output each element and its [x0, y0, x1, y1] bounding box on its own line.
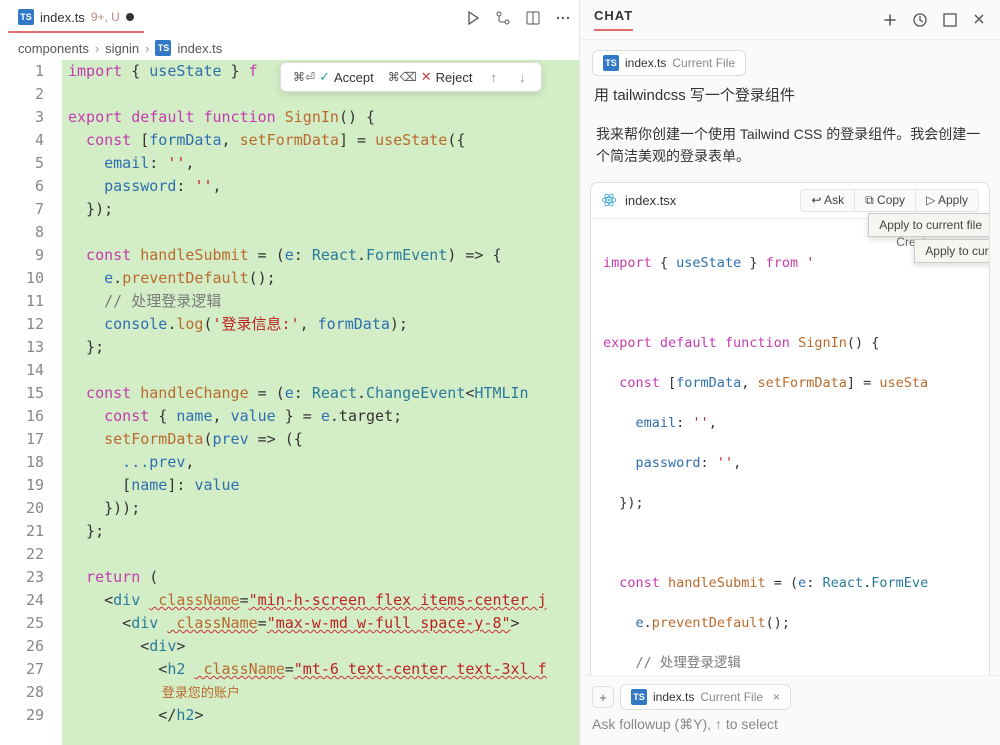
typescript-icon: TS: [603, 55, 619, 71]
chat-title: CHAT: [594, 8, 633, 31]
ask-button[interactable]: ↩ Ask: [800, 189, 855, 212]
run-icon[interactable]: [465, 10, 481, 26]
add-context-button[interactable]: +: [592, 686, 614, 708]
diff-action-bar: ⌘⏎ ✓ Accept ⌘⌫ ✕ Reject ↑ ↓: [280, 62, 542, 92]
cross-icon: ✕: [421, 69, 432, 85]
context-file-chip[interactable]: TS index.ts Current File ×: [620, 684, 791, 710]
code-lines[interactable]: import { useState } f export default fun…: [62, 60, 579, 745]
split-icon[interactable]: [525, 10, 541, 26]
tab-index-ts[interactable]: TS index.ts 9+, U: [8, 3, 144, 33]
accept-button[interactable]: ⌘⏎ ✓ Accept: [293, 69, 374, 85]
tab-actions: [465, 10, 571, 26]
arrow-down-icon[interactable]: ↓: [515, 70, 530, 85]
line-gutter: 1234567891011121314151617181920212223242…: [0, 60, 62, 745]
typescript-icon: TS: [18, 9, 34, 25]
diff-icon[interactable]: [495, 10, 511, 26]
editor-tabs: TS index.ts 9+, U: [0, 0, 579, 36]
assistant-message: 我来帮你创建一个使用 Tailwind CSS 的登录组件。我会创建一个简洁美观…: [590, 117, 990, 182]
suggestion-code[interactable]: import { useState } from ' export defaul…: [591, 219, 989, 675]
followup-input[interactable]: Ask followup (⌘Y), ↑ to select: [592, 716, 988, 733]
editor-pane: TS index.ts 9+, U components › signin › …: [0, 0, 580, 745]
close-icon[interactable]: [972, 12, 986, 28]
apply-button[interactable]: ▷ Apply: [916, 189, 979, 212]
breadcrumb-part[interactable]: index.ts: [177, 41, 222, 56]
card-filename: index.tsx: [625, 193, 676, 208]
tab-filename: index.ts: [40, 10, 85, 25]
context-file-chip[interactable]: TS index.ts Current File: [592, 50, 746, 76]
more-icon[interactable]: [555, 10, 571, 26]
apply-tooltip[interactable]: Apply to current file: [868, 213, 990, 237]
react-icon: [601, 192, 617, 208]
code-suggestion-card: index.tsx ↩ Ask ⧉ Copy ▷ Apply Apply to …: [590, 182, 990, 675]
arrow-up-icon[interactable]: ↑: [486, 70, 501, 85]
copy-button[interactable]: ⧉ Copy: [855, 189, 916, 212]
chevron-right-icon: ›: [95, 41, 99, 56]
user-prompt: 用 tailwindcss 写一个登录组件: [580, 76, 1000, 117]
reject-button[interactable]: ⌘⌫ ✕ Reject: [388, 69, 473, 85]
tab-modified-indicator: 9+, U: [91, 10, 120, 24]
chat-footer: + TS index.ts Current File × Ask followu…: [580, 675, 1000, 745]
breadcrumb[interactable]: components › signin › TS index.ts: [0, 36, 579, 60]
breadcrumb-part[interactable]: components: [18, 41, 89, 56]
chat-pane: CHAT TS index.ts Current File 用 tailwind…: [580, 0, 1000, 745]
breadcrumb-part[interactable]: signin: [105, 41, 139, 56]
typescript-icon: TS: [631, 689, 647, 705]
new-chat-icon[interactable]: [882, 12, 898, 28]
check-icon: ✓: [319, 69, 330, 85]
unsaved-dot-icon: [126, 13, 134, 21]
chevron-right-icon: ›: [145, 41, 149, 56]
typescript-icon: TS: [155, 40, 171, 56]
expand-icon[interactable]: [942, 12, 958, 28]
chat-body[interactable]: 我来帮你创建一个使用 Tailwind CSS 的登录组件。我会创建一个简洁美观…: [580, 117, 1000, 675]
history-icon[interactable]: [912, 12, 928, 28]
apply-tooltip-hover: Apply to current file: [914, 239, 990, 263]
chat-header: CHAT: [580, 0, 1000, 40]
code-editor[interactable]: 1234567891011121314151617181920212223242…: [0, 60, 579, 745]
remove-chip-icon[interactable]: ×: [773, 690, 780, 704]
